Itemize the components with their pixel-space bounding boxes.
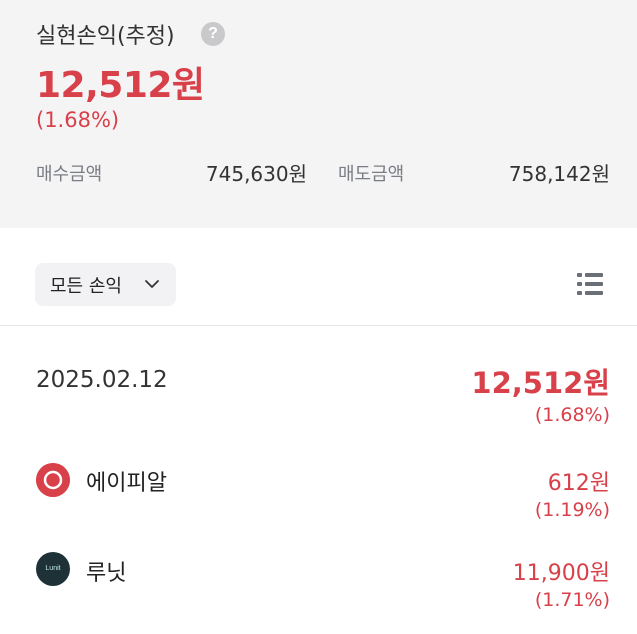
buy-amount-label: 매수금액	[36, 164, 103, 185]
stock-profit-amount: 11,900원	[512, 561, 610, 586]
stock-name[interactable]: 루닛	[86, 555, 126, 587]
summary-title: 실현손익(추정)	[36, 24, 175, 49]
sell-amount-label: 매도금액	[338, 164, 405, 185]
profit-filter-dropdown[interactable]: 모든 손익	[35, 263, 176, 306]
stock-profit-amount: 612원	[547, 471, 610, 496]
day-profit-rate: (1.68%)	[534, 404, 610, 426]
day-profit-amount: 12,512원	[471, 366, 610, 400]
realized-profit-summary: 실현손익(추정) ? 12,512원 (1.68%) 매수금액 745,630원…	[0, 0, 637, 228]
sell-amount-value: 758,142원	[508, 162, 610, 186]
trade-date: 2025.02.12	[36, 367, 168, 393]
chevron-down-icon	[145, 280, 159, 288]
profit-filter-label: 모든 손익	[50, 275, 122, 297]
lunit-logo-icon: Lunit	[36, 552, 70, 586]
total-profit-amount: 12,512원	[36, 65, 205, 106]
list-icon[interactable]	[576, 270, 604, 298]
total-profit-rate: (1.68%)	[36, 108, 120, 132]
section-divider	[0, 325, 637, 326]
apr-logo-icon	[36, 463, 70, 497]
buy-amount-value: 745,630원	[205, 162, 307, 186]
stock-profit-rate: (1.71%)	[534, 589, 610, 611]
stock-name[interactable]: 에이피알	[86, 465, 167, 497]
stock-profit-rate: (1.19%)	[534, 499, 610, 521]
help-icon[interactable]: ?	[201, 22, 225, 46]
